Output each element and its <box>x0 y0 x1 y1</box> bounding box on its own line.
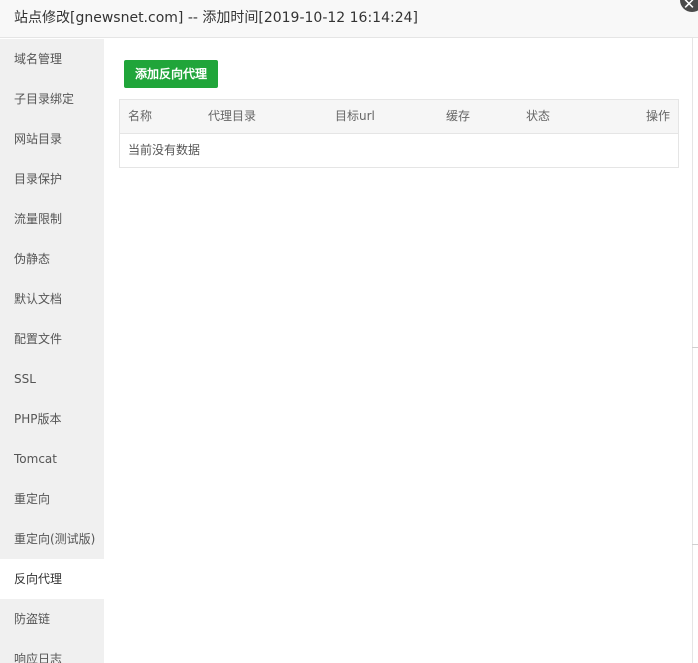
sidebar-item-label: 子目录绑定 <box>14 92 75 106</box>
sidebar-item-directory-protection[interactable]: 目录保护 <box>0 159 104 199</box>
sidebar-item-label: PHP版本 <box>14 412 62 426</box>
sidebar-item-response-log[interactable]: 响应日志 <box>0 639 104 663</box>
sidebar-item-domain-management[interactable]: 域名管理 <box>0 39 104 79</box>
dialog-right-edge <box>692 38 698 663</box>
sidebar-item-label: 流量限制 <box>14 212 63 226</box>
empty-table-message: 当前没有数据 <box>128 143 201 157</box>
site-settings-dialog: 站点修改[gnewsnet.com] -- 添加时间[2019-10-12 16… <box>0 0 698 663</box>
sidebar-item-label: 配置文件 <box>14 332 63 346</box>
sidebar-item-rewrite[interactable]: 伪静态 <box>0 239 104 279</box>
dialog-title: 站点修改[gnewsnet.com] -- 添加时间[2019-10-12 16… <box>14 10 418 26</box>
sidebar-item-site-directory[interactable]: 网站目录 <box>0 119 104 159</box>
sidebar-item-ssl[interactable]: SSL <box>0 359 104 399</box>
column-header-status: 状态 <box>526 109 551 123</box>
column-header-proxy-directory: 代理目录 <box>208 109 257 123</box>
table-header: 名称 代理目录 目标url 缓存 状态 操作 <box>120 100 678 134</box>
right-edge-tick <box>692 347 698 348</box>
sidebar-item-config-file[interactable]: 配置文件 <box>0 319 104 359</box>
dialog-title-bar[interactable]: 站点修改[gnewsnet.com] -- 添加时间[2019-10-12 16… <box>0 0 698 38</box>
sidebar-item-label: Tomcat <box>14 452 57 466</box>
sidebar-item-label: 反向代理 <box>14 572 63 586</box>
column-header-cache: 缓存 <box>446 109 471 123</box>
sidebar-item-label: SSL <box>14 372 36 386</box>
sidebar-item-label: 重定向 <box>14 492 51 506</box>
sidebar-item-tomcat[interactable]: Tomcat <box>0 439 104 479</box>
sidebar-item-label: 防盗链 <box>14 612 51 626</box>
sidebar-item-label: 重定向(测试版) <box>14 532 96 546</box>
sidebar: 域名管理 子目录绑定 网站目录 目录保护 流量限制 伪静态 默认文档 配置文件 … <box>0 39 104 663</box>
sidebar-item-traffic-limit[interactable]: 流量限制 <box>0 199 104 239</box>
sidebar-item-default-document[interactable]: 默认文档 <box>0 279 104 319</box>
sidebar-item-label: 默认文档 <box>14 292 63 306</box>
column-header-name: 名称 <box>128 109 153 123</box>
sidebar-item-redirect-beta[interactable]: 重定向(测试版) <box>0 519 104 559</box>
sidebar-item-hotlink-protection[interactable]: 防盗链 <box>0 599 104 639</box>
column-header-target-url: 目标url <box>335 109 375 123</box>
sidebar-item-label: 网站目录 <box>14 132 63 146</box>
sidebar-item-label: 响应日志 <box>14 652 63 663</box>
reverse-proxy-table: 名称 代理目录 目标url 缓存 状态 操作 当前没有数据 <box>119 99 679 168</box>
close-button[interactable]: ✕ <box>680 0 698 13</box>
sidebar-item-php-version[interactable]: PHP版本 <box>0 399 104 439</box>
right-edge-tick <box>692 544 698 545</box>
sidebar-item-reverse-proxy[interactable]: 反向代理 <box>0 559 104 599</box>
sidebar-item-label: 域名管理 <box>14 52 63 66</box>
sidebar-item-label: 伪静态 <box>14 252 51 266</box>
sidebar-item-subdirectory-binding[interactable]: 子目录绑定 <box>0 79 104 119</box>
sidebar-item-label: 目录保护 <box>14 172 63 186</box>
add-reverse-proxy-button[interactable]: 添加反向代理 <box>124 60 218 88</box>
close-icon: ✕ <box>682 0 696 13</box>
sidebar-item-redirect[interactable]: 重定向 <box>0 479 104 519</box>
column-header-actions: 操作 <box>646 109 671 123</box>
